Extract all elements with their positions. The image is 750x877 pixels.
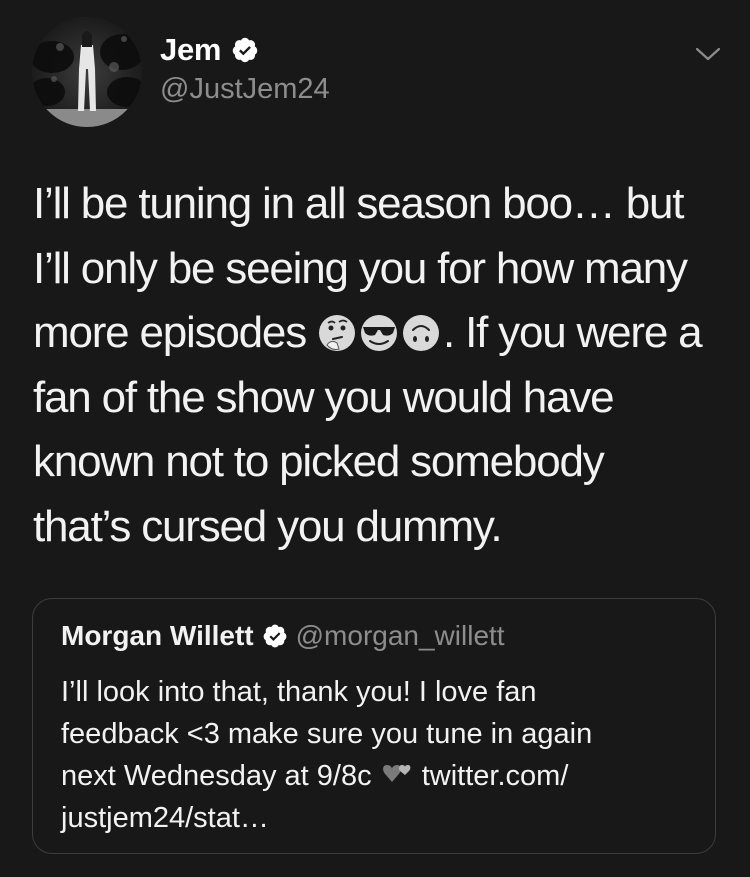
thinking-face-emoji — [319, 315, 356, 351]
tweet-text-line: fan of the show you would have — [33, 372, 615, 422]
quoted-text-link[interactable]: justjem24/stat… — [61, 797, 701, 839]
verified-badge-icon — [263, 624, 286, 648]
chevron-down-icon[interactable] — [694, 44, 722, 64]
quoted-text-link[interactable]: twitter.com/ — [414, 760, 569, 792]
tweet-text-line: that’s cursed you dummy. — [33, 501, 503, 551]
tweet-text-line: I’ll be tuning in all season boo… but — [33, 179, 684, 228]
quoted-tweet-header: Morgan Willett @morgan_willett — [61, 620, 505, 652]
quoted-text-line: feedback <3 make sure you tune in again — [61, 718, 593, 750]
tweet-text-line: known not to picked somebody — [33, 437, 605, 486]
tweet-text-line: more episodes . If you were a — [33, 301, 733, 366]
quoted-tweet-card[interactable]: Morgan Willett @morgan_willett I’ll look… — [32, 598, 716, 854]
tweet-text-segment: . If you were a — [443, 308, 703, 357]
quoted-text-line: next Wednesday at 9/8c twitter.com/ — [61, 755, 701, 797]
tweet-text: I’ll be tuning in all season boo… but I’… — [33, 172, 733, 559]
two-hearts-emoji — [382, 765, 411, 782]
author-display-name[interactable]: Jem — [160, 31, 221, 69]
upside-down-face-emoji — [403, 315, 440, 351]
author-display-name-row[interactable]: Jem — [160, 31, 259, 69]
tweet-text-segment: more episodes — [33, 308, 318, 357]
quoted-text-segment: next Wednesday at 9/8c — [61, 760, 380, 792]
sunglasses-face-emoji — [361, 315, 398, 351]
quoted-author-handle: @morgan_willett — [295, 620, 505, 651]
tweet-text-line: I’ll only be seeing you for how many — [33, 243, 688, 293]
quoted-author-display-name: Morgan Willett — [61, 620, 254, 651]
quoted-text-line: I’ll look into that, thank you! I love f… — [61, 676, 537, 708]
quoted-tweet-text: I’ll look into that, thank you! I love f… — [61, 671, 701, 839]
avatar[interactable] — [32, 17, 142, 127]
tweet-card[interactable]: Jem @JustJem24 I’ll be tuning in all sea… — [0, 0, 750, 877]
author-handle[interactable]: @JustJem24 — [160, 71, 330, 107]
verified-badge-icon — [232, 37, 258, 63]
